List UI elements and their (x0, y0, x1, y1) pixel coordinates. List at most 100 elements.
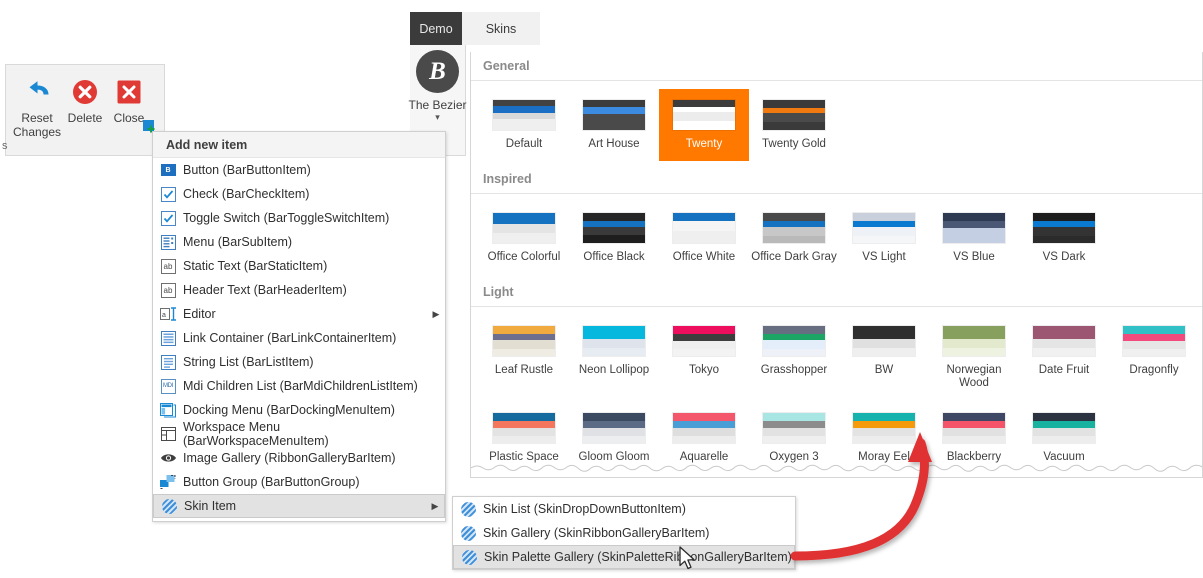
gallery-item-leaf-rustle[interactable]: Leaf Rustle (479, 315, 569, 390)
button-icon: B (153, 158, 183, 182)
gallery-item-twenty[interactable]: Twenty (659, 89, 749, 161)
tab-demo[interactable]: Demo (410, 12, 462, 45)
swatch-band (493, 340, 555, 349)
gallery-item-default[interactable]: Default (479, 89, 569, 161)
swatch-band (943, 421, 1005, 428)
gallery-item-bw[interactable]: BW (839, 315, 929, 390)
swatch-band (943, 339, 1005, 348)
gallery-item-office-black[interactable]: Office Black (569, 202, 659, 274)
gallery-item-norwegian-wood[interactable]: Norwegian Wood (929, 315, 1019, 390)
skin-item-submenu[interactable]: Skin List (SkinDropDownButtonItem) Skin G… (452, 496, 796, 570)
tab-demo-label: Demo (419, 21, 453, 36)
gallery-item-tokyo[interactable]: Tokyo (659, 315, 749, 390)
swatch-band (493, 326, 555, 334)
menu-item[interactable]: String List (BarListItem) (153, 350, 445, 374)
menu-item[interactable]: Check (BarCheckItem) (153, 182, 445, 206)
gallery-item-vs-blue[interactable]: VS Blue (929, 202, 1019, 274)
swatch-band (673, 334, 735, 341)
menu-item[interactable]: Skin Item ▶ (153, 494, 445, 518)
swatch-band (1033, 236, 1095, 243)
gallery-item-art-house[interactable]: Art House (569, 89, 659, 161)
menu-item[interactable]: Button Group (BarButtonGroup) (153, 470, 445, 494)
add-new-item-menu[interactable]: Add new item B Button (BarButtonItem) Chec… (152, 131, 446, 522)
menu-item[interactable]: Docking Menu (BarDockingMenuItem) (153, 398, 445, 422)
submenu-item[interactable]: Skin Palette Gallery (SkinPaletteRibbonG… (453, 545, 795, 569)
ab-text-icon: ab (153, 254, 183, 278)
menu-item[interactable]: a Editor ▶ (153, 302, 445, 326)
tab-skins[interactable]: Skins (462, 12, 540, 45)
swatch-band (673, 231, 735, 243)
menu-item[interactable]: Toggle Switch (BarToggleSwitchItem) (153, 206, 445, 230)
menu-item[interactable]: Link Container (BarLinkContainerItem) (153, 326, 445, 350)
swatch-band (673, 436, 735, 443)
skin-gallery-dropdown[interactable]: General Default Art House Twenty Twenty Gold… (470, 52, 1203, 478)
swatch-band (943, 348, 1005, 356)
bezier-glyph: B (429, 57, 446, 85)
swatch-band (943, 428, 1005, 436)
menu-item[interactable]: Image Gallery (RibbonGalleryBarItem) (153, 446, 445, 470)
menu-item[interactable]: ab Static Text (BarStaticItem) (153, 254, 445, 278)
swatch-band (583, 114, 645, 123)
toolbar-edge-text: s (2, 140, 8, 152)
swatch-band (583, 339, 645, 348)
swatch-band (493, 119, 555, 130)
swatch-band (763, 428, 825, 436)
swatch-band (763, 413, 825, 421)
menu-item[interactable]: Menu (BarSubItem) (153, 230, 445, 254)
swatch-band (763, 227, 825, 236)
swatch-band (583, 227, 645, 235)
checkbox-icon (153, 182, 183, 206)
torn-edge-shape (471, 464, 1202, 477)
swatch-band (943, 413, 1005, 421)
swatch-band (493, 421, 555, 428)
reset-changes-label: Reset Changes (13, 111, 62, 139)
delete-button[interactable]: Delete (61, 75, 109, 125)
gallery-item-dragonfly[interactable]: Dragonfly (1109, 315, 1199, 390)
menu-item[interactable]: MDI Mdi Children List (BarMdiChildrenList… (153, 374, 445, 398)
gallery-item-office-dark-gray[interactable]: Office Dark Gray (749, 202, 839, 274)
skin-preview-swatch (942, 325, 1006, 357)
menu-item-label: Editor (183, 307, 216, 321)
gallery-item-office-white[interactable]: Office White (659, 202, 749, 274)
swatch-band (1033, 326, 1095, 339)
gallery-item-label: Tokyo (688, 364, 720, 376)
menu-item[interactable]: ab Header Text (BarHeaderItem) (153, 278, 445, 302)
gallery-item-vs-dark[interactable]: VS Dark (1019, 202, 1109, 274)
submenu-item[interactable]: Skin Gallery (SkinRibbonGalleryBarItem) (453, 521, 795, 545)
tab-skins-label: Skins (485, 21, 517, 36)
gallery-item-label: Leaf Rustle (494, 364, 554, 376)
swatch-band (763, 113, 825, 122)
menu-item-label: Image Gallery (RibbonGalleryBarItem) (183, 451, 396, 465)
gallery-item-date-fruit[interactable]: Date Fruit (1019, 315, 1109, 390)
ribbon-group-the-bezier[interactable]: B The Bezier ▾ (405, 50, 470, 122)
torn-paper-edge (471, 463, 1202, 477)
skin-stripes-icon (453, 497, 483, 521)
swatch-band (763, 436, 825, 443)
gallery-item-neon-lollipop[interactable]: Neon Lollipop (569, 315, 659, 390)
swatch-band (943, 326, 1005, 339)
list-lines-icon (153, 350, 183, 374)
swatch-band (943, 228, 1005, 237)
menu-item-label: Toggle Switch (BarToggleSwitchItem) (183, 211, 390, 225)
gallery-row: Office Colorful Office Black Office White O… (471, 194, 1202, 278)
close-button[interactable]: Close (105, 75, 153, 125)
swatch-band (943, 213, 1005, 221)
skin-preview-swatch (672, 212, 736, 244)
chevron-down-icon[interactable]: ▾ (405, 113, 470, 122)
docking-panel-icon (153, 398, 183, 422)
menu-item[interactable]: Workspace Menu (BarWorkspaceMenuItem) (153, 420, 445, 448)
reset-changes-button[interactable]: Reset Changes (13, 75, 61, 139)
menu-item-label: Header Text (BarHeaderItem) (183, 283, 347, 297)
gallery-item-grasshopper[interactable]: Grasshopper (749, 315, 839, 390)
submenu-item[interactable]: Skin List (SkinDropDownButtonItem) (453, 497, 795, 521)
swatch-band (583, 348, 645, 356)
workspace-icon (153, 422, 183, 446)
swatch-band (583, 235, 645, 243)
gallery-item-vs-light[interactable]: VS Light (839, 202, 929, 274)
menu-item[interactable]: B Button (BarButtonItem) (153, 158, 445, 182)
swatch-band (1123, 349, 1185, 356)
gallery-item-twenty-gold[interactable]: Twenty Gold (749, 89, 839, 161)
swatch-band (763, 122, 825, 130)
gallery-item-office-colorful[interactable]: Office Colorful (479, 202, 569, 274)
swatch-band (673, 413, 735, 421)
